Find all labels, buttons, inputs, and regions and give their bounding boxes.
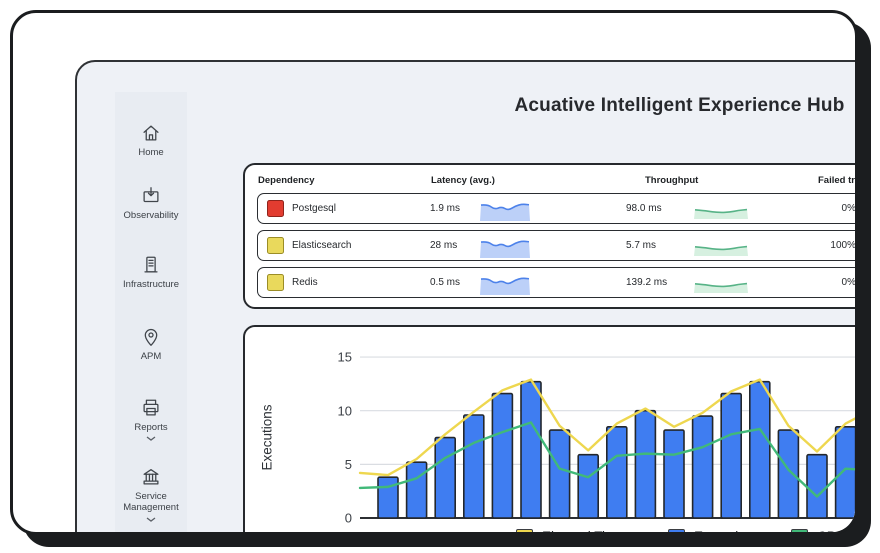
failed-transactions-value: 0% bbox=[841, 203, 856, 214]
failed-transactions-value: 100% bbox=[830, 240, 856, 251]
legend-label: Elapsed Time bbox=[542, 529, 624, 532]
observability-icon bbox=[143, 187, 159, 203]
table-row[interactable]: Redis 0.5 ms 139.2 ms 0% bbox=[257, 267, 856, 298]
legend-label: CPU Time bbox=[817, 529, 855, 532]
chevron-down-icon bbox=[146, 517, 156, 522]
service-management-icon bbox=[143, 469, 159, 485]
column-header-latency: Latency (avg.) bbox=[431, 175, 495, 186]
latency-sparkline bbox=[480, 203, 530, 221]
sidebar-item-reports[interactable]: Reports bbox=[115, 397, 187, 442]
screenshot-stage: Home Observability Infrastructure APM Re… bbox=[0, 0, 880, 553]
latency-value: 28 ms bbox=[430, 240, 458, 251]
table-row[interactable]: Elasticsearch 28 ms 5.7 ms 100% bbox=[257, 230, 856, 261]
throughput-sparkline bbox=[694, 245, 748, 256]
svg-text:10: 10 bbox=[338, 403, 352, 418]
column-header-failed-transactions: Failed transactions bbox=[818, 175, 855, 186]
reports-icon bbox=[143, 399, 159, 416]
sidebar-item-infrastructure[interactable]: Infrastructure bbox=[115, 254, 187, 290]
sidebar-item-label: Service Management bbox=[123, 491, 179, 514]
legend-swatch bbox=[791, 529, 808, 532]
throughput-value: 139.2 ms bbox=[626, 277, 668, 288]
sidebar-item-label: Reports bbox=[134, 422, 168, 433]
throughput-value: 5.7 ms bbox=[626, 240, 657, 251]
legend-label: Execution bbox=[694, 529, 753, 532]
dependency-name: Redis bbox=[292, 277, 318, 288]
status-badge bbox=[267, 274, 284, 291]
status-badge bbox=[267, 237, 284, 254]
sidebar-item-label: Home bbox=[138, 147, 164, 158]
latency-value: 1.9 ms bbox=[430, 203, 461, 214]
window-frame: Home Observability Infrastructure APM Re… bbox=[10, 10, 858, 535]
dependency-name: Postgesql bbox=[292, 203, 336, 214]
apm-icon bbox=[144, 328, 158, 346]
status-badge bbox=[267, 200, 284, 217]
home-icon bbox=[143, 125, 159, 141]
throughput-value: 98.0 ms bbox=[626, 203, 662, 214]
sidebar: Home Observability Infrastructure APM Re… bbox=[115, 92, 187, 532]
app-panel: Home Observability Infrastructure APM Re… bbox=[75, 60, 856, 532]
sidebar-item-label: APM bbox=[140, 351, 162, 362]
sidebar-item-label: Infrastructure bbox=[123, 279, 179, 290]
throughput-sparkline bbox=[694, 282, 748, 293]
dependency-table-card: Dependency Latency (avg.) Throughput Fai… bbox=[243, 163, 856, 309]
chevron-down-icon bbox=[146, 436, 156, 442]
sidebar-item-observability[interactable]: Observability bbox=[115, 185, 187, 221]
legend-item-cpu-time[interactable]: CPU Time bbox=[791, 529, 855, 532]
page-title: Acuative Intelligent Experience Hub bbox=[514, 95, 845, 116]
throughput-sparkline bbox=[694, 208, 748, 219]
failed-transactions-value: 0% bbox=[841, 277, 856, 288]
latency-sparkline bbox=[480, 240, 530, 258]
svg-text:5: 5 bbox=[345, 457, 352, 472]
legend-swatch bbox=[668, 529, 685, 532]
executions-chart-card: Executions 151050 Elapsed Time Execution… bbox=[243, 325, 855, 532]
sidebar-item-home[interactable]: Home bbox=[115, 122, 187, 158]
svg-text:15: 15 bbox=[338, 350, 352, 365]
column-header-throughput: Throughput bbox=[645, 175, 699, 186]
latency-value: 0.5 ms bbox=[430, 277, 461, 288]
sidebar-item-service-management[interactable]: Service Management bbox=[115, 466, 187, 522]
legend-item-elapsed-time[interactable]: Elapsed Time bbox=[516, 529, 624, 532]
dependency-name: Elasticsearch bbox=[292, 240, 352, 251]
infrastructure-icon bbox=[144, 256, 158, 273]
table-row[interactable]: Postgesql 1.9 ms 98.0 ms 0% bbox=[257, 193, 856, 224]
sidebar-item-label: Observability bbox=[123, 210, 179, 221]
sidebar-item-apm[interactable]: APM bbox=[115, 326, 187, 362]
executions-chart-svg: 15 10 5 0 bbox=[338, 350, 855, 526]
svg-text:0: 0 bbox=[345, 511, 352, 526]
legend-swatch bbox=[516, 529, 533, 532]
column-header-dependency: Dependency bbox=[258, 175, 315, 186]
legend-item-execution[interactable]: Execution bbox=[668, 529, 753, 532]
latency-sparkline bbox=[480, 277, 530, 295]
